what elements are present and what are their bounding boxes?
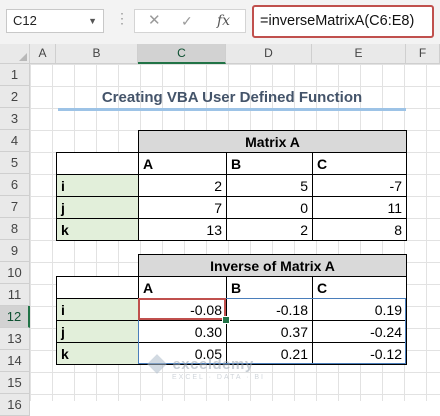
inverse-matrix-cell[interactable]: 0.30 bbox=[138, 320, 227, 343]
row-label[interactable]: j bbox=[56, 196, 139, 219]
formula-buttons: ✕ ✓ fx bbox=[134, 9, 246, 33]
row-header-9[interactable]: 9 bbox=[0, 240, 30, 262]
row-label[interactable]: k bbox=[56, 218, 139, 241]
formula-bar: C12 ▼ ⋮ ✕ ✓ fx =inverseMatrixA(C6:E8) bbox=[0, 0, 440, 45]
row-header-8[interactable]: 8 bbox=[0, 218, 30, 240]
worksheet-grid[interactable]: A B C D E F 1 2 3 4 5 6 7 8 9 10 11 12 1… bbox=[0, 44, 440, 416]
row-label[interactable]: j bbox=[56, 320, 139, 343]
row-header-11[interactable]: 11 bbox=[0, 284, 30, 306]
more-options-icon[interactable]: ⋮ bbox=[115, 10, 129, 27]
table-row: k 13 2 8 bbox=[56, 218, 407, 241]
sheet-title: Creating VBA User Defined Function bbox=[101, 89, 363, 106]
exceldemy-logo-icon bbox=[147, 354, 167, 374]
inverse-matrix-cell[interactable]: -0.12 bbox=[312, 342, 407, 365]
matrix-a-cell[interactable]: -7 bbox=[312, 174, 407, 197]
inverse-matrix-cell[interactable]: -0.18 bbox=[226, 298, 313, 321]
column-header-a[interactable]: A bbox=[30, 44, 56, 64]
matrix-a-cell[interactable]: 2 bbox=[138, 174, 227, 197]
row-header-12[interactable]: 12 bbox=[0, 306, 30, 328]
name-box[interactable]: C12 ▼ bbox=[6, 9, 104, 33]
row-label[interactable]: i bbox=[56, 174, 139, 197]
select-all-button[interactable] bbox=[0, 44, 30, 64]
row-header-15[interactable]: 15 bbox=[0, 372, 30, 394]
inverse-matrix-header[interactable]: C bbox=[312, 276, 407, 299]
column-header-b[interactable]: B bbox=[56, 44, 138, 64]
row-header-7[interactable]: 7 bbox=[0, 196, 30, 218]
matrix-a-cell[interactable]: 11 bbox=[312, 196, 407, 219]
watermark-tagline: EXCEL · DATA · BI bbox=[172, 374, 265, 381]
cancel-icon[interactable]: ✕ bbox=[148, 10, 161, 32]
insert-function-icon[interactable]: fx bbox=[217, 10, 230, 32]
row-header-2[interactable]: 2 bbox=[0, 86, 30, 108]
row-header-10[interactable]: 10 bbox=[0, 262, 30, 284]
fill-handle[interactable] bbox=[222, 316, 230, 324]
inverse-matrix-cell[interactable]: -0.24 bbox=[312, 320, 407, 343]
table-row: i 2 5 -7 bbox=[56, 174, 407, 197]
matrix-a-cell[interactable]: 2 bbox=[226, 218, 313, 241]
inverse-matrix-table: Inverse of Matrix A A B C i -0.08 -0.18 … bbox=[56, 254, 407, 365]
column-header-f[interactable]: F bbox=[406, 44, 440, 64]
watermark: exceldemy EXCEL · DATA · BI bbox=[147, 354, 265, 381]
row-label[interactable]: k bbox=[56, 342, 139, 365]
row-header-4[interactable]: 4 bbox=[0, 130, 30, 152]
row-header-13[interactable]: 13 bbox=[0, 328, 30, 350]
matrix-a-table: Matrix A A B C i 2 5 -7 j 7 0 11 k 13 2 … bbox=[56, 130, 407, 241]
chevron-down-icon[interactable]: ▼ bbox=[88, 10, 97, 32]
matrix-a-header[interactable]: A bbox=[138, 152, 227, 175]
table-corner-cell[interactable] bbox=[56, 152, 139, 175]
inverse-matrix-title[interactable]: Inverse of Matrix A bbox=[138, 254, 407, 277]
row-header-14[interactable]: 14 bbox=[0, 350, 30, 372]
matrix-a-cell[interactable]: 13 bbox=[138, 218, 227, 241]
name-box-value: C12 bbox=[13, 13, 37, 28]
empty-cell[interactable] bbox=[57, 131, 139, 153]
table-row: i -0.08 -0.18 0.19 bbox=[56, 298, 407, 321]
matrix-a-header[interactable]: C bbox=[312, 152, 407, 175]
column-header-d[interactable]: D bbox=[226, 44, 312, 64]
row-header-6[interactable]: 6 bbox=[0, 174, 30, 196]
inverse-matrix-cell[interactable]: 0.19 bbox=[312, 298, 407, 321]
row-label[interactable]: i bbox=[56, 298, 139, 321]
matrix-a-cell[interactable]: 8 bbox=[312, 218, 407, 241]
row-header-1[interactable]: 1 bbox=[0, 64, 30, 86]
inverse-matrix-cell[interactable]: -0.08 bbox=[138, 298, 227, 321]
row-header-3[interactable]: 3 bbox=[0, 108, 30, 130]
enter-icon[interactable]: ✓ bbox=[181, 10, 193, 32]
matrix-a-title[interactable]: Matrix A bbox=[138, 130, 407, 153]
matrix-a-cell[interactable]: 5 bbox=[226, 174, 313, 197]
empty-cell[interactable] bbox=[57, 255, 139, 277]
title-underline bbox=[58, 108, 406, 111]
table-row: j 0.30 0.37 -0.24 bbox=[56, 320, 407, 343]
inverse-matrix-cell[interactable]: 0.37 bbox=[226, 320, 313, 343]
table-row: j 7 0 11 bbox=[56, 196, 407, 219]
table-corner-cell[interactable] bbox=[56, 276, 139, 299]
formula-input[interactable]: =inverseMatrixA(C6:E8) bbox=[252, 5, 434, 38]
row-header-16[interactable]: 16 bbox=[0, 394, 30, 416]
matrix-a-cell[interactable]: 0 bbox=[226, 196, 313, 219]
inverse-matrix-header[interactable]: A bbox=[138, 276, 227, 299]
matrix-a-cell[interactable]: 7 bbox=[138, 196, 227, 219]
matrix-a-header[interactable]: B bbox=[226, 152, 313, 175]
watermark-name: exceldemy bbox=[172, 356, 254, 373]
row-header-5[interactable]: 5 bbox=[0, 152, 30, 174]
column-header-c[interactable]: C bbox=[138, 44, 226, 64]
column-header-e[interactable]: E bbox=[312, 44, 406, 64]
inverse-matrix-header[interactable]: B bbox=[226, 276, 313, 299]
